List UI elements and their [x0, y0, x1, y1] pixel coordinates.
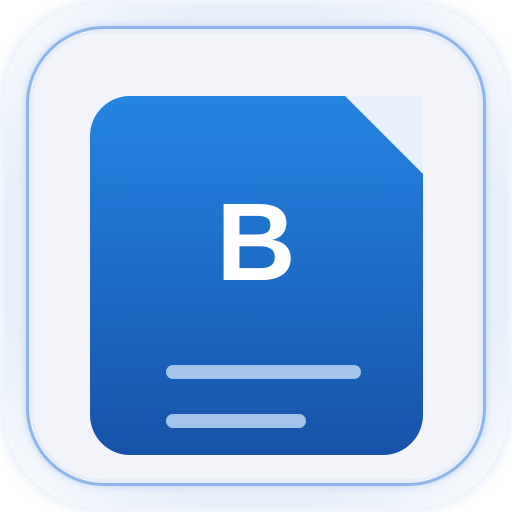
- document-letter: B: [216, 181, 296, 304]
- text-line-short: [166, 414, 306, 428]
- app-icon[interactable]: B: [0, 0, 512, 512]
- page-fold-corner: [345, 96, 423, 174]
- text-line-long: [166, 365, 361, 379]
